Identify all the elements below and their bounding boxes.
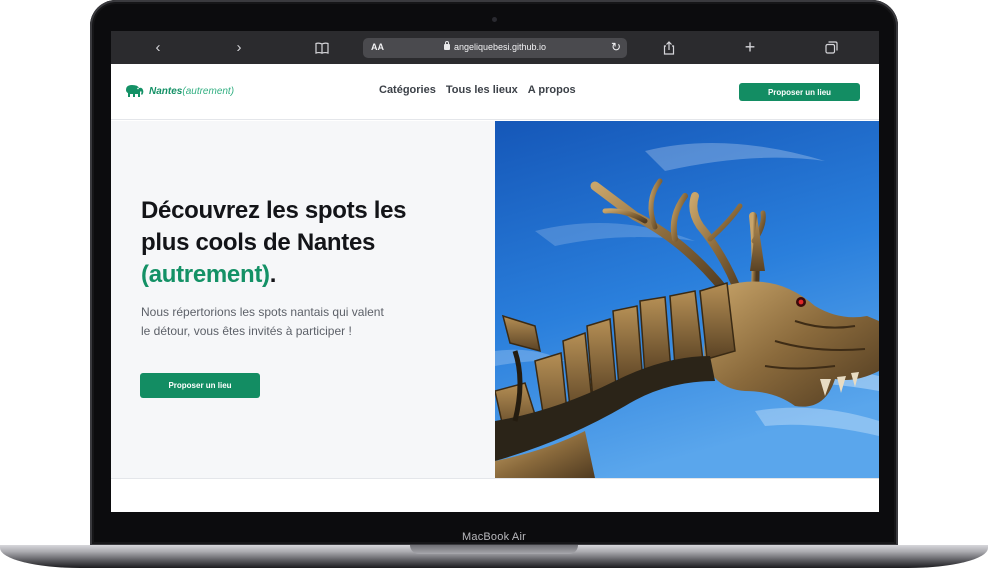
hero-subtitle: Nous répertorions les spots nantais qui …	[141, 305, 384, 338]
tabs-button[interactable]	[816, 31, 846, 64]
elephant-icon	[126, 85, 144, 97]
dragon-sculpture-image	[495, 121, 879, 478]
main-nav: Catégories Tous les lieux A propos	[379, 84, 586, 96]
hero-title-end: .	[269, 261, 277, 288]
screen: ‹ › AA angeliquebesi.github.io ↻ + Nante…	[111, 31, 879, 512]
nav-categories[interactable]: Catégories	[379, 84, 436, 96]
nav-all-places[interactable]: Tous les lieux	[446, 84, 518, 96]
hero-title-line1: Découvrez les spots les	[141, 197, 407, 224]
chevron-left-icon: ‹	[155, 39, 161, 56]
nav-about[interactable]: A propos	[528, 84, 576, 96]
hero-text-panel: Découvrez les spots les plus cools de Na…	[111, 121, 495, 478]
device-label: MacBook Air	[462, 531, 526, 543]
hero-image-dragon	[495, 121, 879, 478]
chevron-right-icon: ›	[236, 39, 242, 56]
next-section	[111, 478, 879, 512]
site-header: Nantes(autrement) Catégories Tous les li…	[111, 64, 879, 120]
hero-title-accent: (autrement)	[141, 261, 270, 288]
logo-name: Nantes	[149, 85, 183, 97]
propose-place-button-hero[interactable]: Proposer un lieu	[140, 373, 260, 398]
propose-place-button-header[interactable]: Proposer un lieu	[739, 83, 860, 101]
plus-icon: +	[744, 37, 756, 57]
hero-title: Découvrez les spots les plus cools de Na…	[141, 195, 441, 291]
lock-icon	[443, 41, 450, 50]
address-bar[interactable]: AA angeliquebesi.github.io ↻	[363, 38, 627, 58]
new-tab-button[interactable]: +	[735, 31, 765, 64]
forward-button[interactable]: ›	[224, 31, 254, 64]
browser-toolbar: ‹ › AA angeliquebesi.github.io ↻ +	[111, 31, 879, 64]
tabs-icon	[824, 41, 838, 54]
book-icon	[315, 42, 329, 54]
bookmarks-button[interactable]	[307, 31, 337, 64]
laptop-hinge-notch	[410, 545, 578, 554]
share-icon	[663, 40, 675, 55]
camera-icon	[492, 17, 497, 22]
url-text: angeliquebesi.github.io	[453, 42, 547, 52]
hero-title-line2: plus cools de Nantes	[141, 229, 376, 256]
share-button[interactable]	[654, 31, 684, 64]
back-button[interactable]: ‹	[143, 31, 173, 64]
logo-suffix: (autrement)	[182, 85, 235, 97]
site-logo[interactable]: Nantes(autrement)	[123, 82, 234, 100]
reload-icon[interactable]: ↻	[611, 40, 621, 54]
